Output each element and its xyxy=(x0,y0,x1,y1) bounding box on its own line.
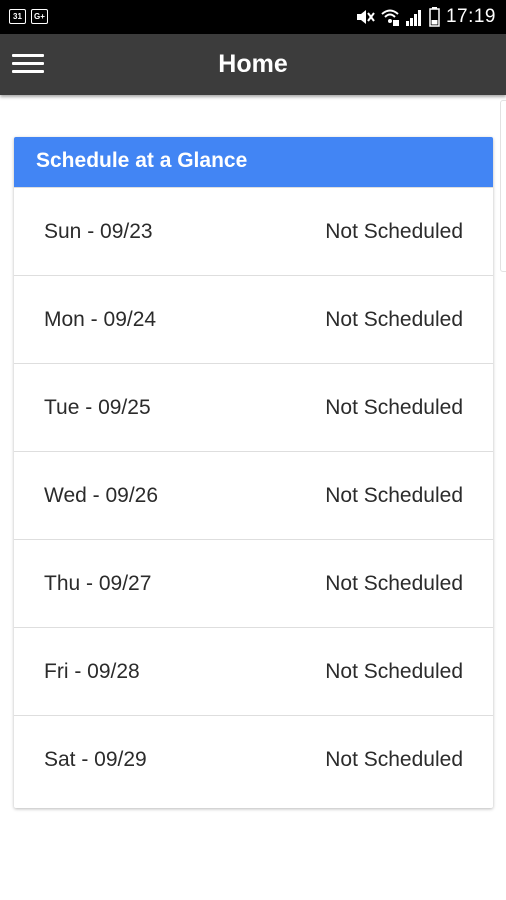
google-plus-icon: G+ xyxy=(31,9,48,24)
schedule-status: Not Scheduled xyxy=(325,219,463,243)
page-title: Home xyxy=(218,50,288,78)
status-bar: 31 G+ 17:19 xyxy=(0,0,506,34)
schedule-row-mon[interactable]: Mon - 09/24 Not Scheduled xyxy=(14,275,493,363)
status-bar-right: 17:19 xyxy=(355,6,496,28)
schedule-status: Not Scheduled xyxy=(325,307,463,331)
clock-time: 17:19 xyxy=(445,6,496,27)
schedule-row-fri[interactable]: Fri - 09/28 Not Scheduled xyxy=(14,627,493,715)
schedule-status: Not Scheduled xyxy=(325,483,463,507)
schedule-day: Sun - 09/23 xyxy=(44,219,153,243)
schedule-row-thu[interactable]: Thu - 09/27 Not Scheduled xyxy=(14,539,493,627)
signal-icon xyxy=(405,8,423,26)
schedule-card-title: Schedule at a Glance xyxy=(14,137,493,187)
battery-icon xyxy=(429,7,440,27)
schedule-day: Wed - 09/26 xyxy=(44,483,159,507)
wifi-icon xyxy=(381,8,399,26)
schedule-status: Not Scheduled xyxy=(325,395,463,419)
schedule-day: Fri - 09/28 xyxy=(44,659,140,683)
hamburger-menu-icon[interactable] xyxy=(12,52,44,76)
schedule-card: Schedule at a Glance Sun - 09/23 Not Sch… xyxy=(14,137,493,808)
schedule-status: Not Scheduled xyxy=(325,747,463,771)
schedule-row-tue[interactable]: Tue - 09/25 Not Scheduled xyxy=(14,363,493,451)
schedule-row-sat[interactable]: Sat - 09/29 Not Scheduled xyxy=(14,715,493,803)
side-card-peek[interactable] xyxy=(500,100,506,272)
status-bar-left: 31 G+ xyxy=(9,9,48,24)
schedule-day: Tue - 09/25 xyxy=(44,395,151,419)
schedule-day: Thu - 09/27 xyxy=(44,571,152,595)
schedule-row-sun[interactable]: Sun - 09/23 Not Scheduled xyxy=(14,187,493,275)
app-bar: Home xyxy=(0,34,506,95)
schedule-status: Not Scheduled xyxy=(325,659,463,683)
calendar-icon: 31 xyxy=(9,9,26,24)
mute-icon xyxy=(355,8,375,26)
schedule-day: Mon - 09/24 xyxy=(44,307,157,331)
schedule-row-wed[interactable]: Wed - 09/26 Not Scheduled xyxy=(14,451,493,539)
schedule-day: Sat - 09/29 xyxy=(44,747,147,771)
schedule-status: Not Scheduled xyxy=(325,571,463,595)
